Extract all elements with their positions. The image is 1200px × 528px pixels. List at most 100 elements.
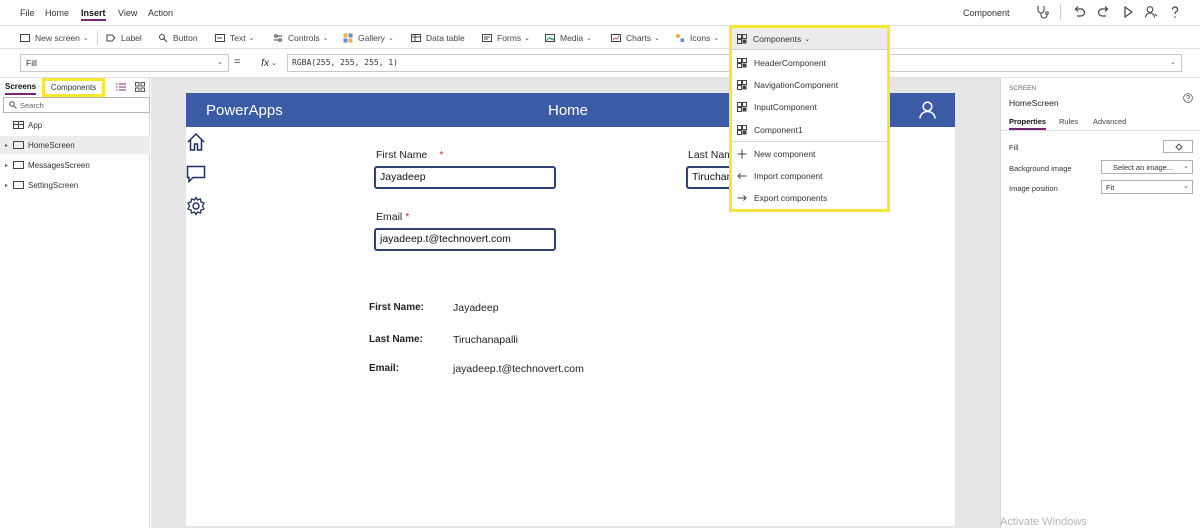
chevron-down-icon: ⌄: [1183, 163, 1189, 170]
label-button[interactable]: Label: [106, 31, 142, 45]
media-icon: [545, 34, 555, 42]
chevron-down-icon: ⌄: [322, 35, 329, 42]
background-image-select[interactable]: Select an image... ⌄: [1101, 160, 1193, 174]
components-dropdown-button[interactable]: Components ⌄: [729, 25, 890, 49]
menu-file[interactable]: File: [20, 8, 35, 18]
plus-icon: [737, 149, 747, 159]
image-position-label: Image position: [1009, 184, 1058, 193]
gallery-dropdown[interactable]: Gallery ⌄: [343, 31, 394, 45]
menu-item-inputcomponent[interactable]: InputComponent: [737, 100, 817, 114]
gallery-icon: [343, 33, 353, 43]
menu-view[interactable]: View: [118, 8, 137, 18]
tree-item-settingscreen[interactable]: ▸ SettingScreen: [0, 176, 150, 194]
summary-first-name-label: First Name:: [369, 302, 425, 313]
last-name-input[interactable]: Tiruchan: [686, 166, 729, 189]
data-table-icon: [411, 34, 421, 42]
grid-view-icon[interactable]: [135, 82, 145, 92]
menu-item-label: Export components: [754, 193, 828, 203]
menu-action[interactable]: Action: [148, 8, 173, 18]
tab-properties[interactable]: Properties: [1009, 117, 1047, 130]
icons-dropdown[interactable]: Icons ⌄: [675, 31, 719, 45]
caret-right-icon[interactable]: ▸: [5, 182, 13, 189]
button-button[interactable]: Button: [158, 31, 198, 45]
stethoscope-icon[interactable]: [1035, 5, 1049, 19]
button-icon: [159, 34, 168, 43]
tree-item-messagesscreen[interactable]: ▸ MessagesScreen: [0, 156, 150, 174]
user-icon[interactable]: [919, 101, 936, 119]
caret-right-icon[interactable]: ▸: [5, 162, 13, 169]
screen-title: Home: [548, 102, 589, 119]
charts-dropdown[interactable]: Charts ⌄: [611, 31, 660, 45]
media-label: Media: [560, 33, 584, 43]
tree-item-label: App: [28, 120, 43, 130]
tab-divider: [1001, 130, 1200, 131]
undo-icon[interactable]: [1072, 5, 1086, 19]
charts-label: Charts: [626, 33, 652, 43]
tab-components[interactable]: Components: [42, 78, 105, 97]
first-name-input[interactable]: Jayadeep: [374, 166, 556, 189]
data-table-button[interactable]: Data table: [411, 31, 465, 45]
component-icon: [737, 80, 747, 90]
controls-dropdown[interactable]: Controls ⌄: [273, 31, 329, 45]
menu-item-import-component[interactable]: Import component: [737, 169, 823, 183]
forms-dropdown[interactable]: Forms ⌄: [482, 31, 530, 45]
list-view-icon[interactable]: [116, 82, 126, 92]
tab-advanced[interactable]: Advanced: [1093, 117, 1126, 126]
settings-icon[interactable]: [186, 196, 206, 216]
controls-label: Controls: [288, 33, 320, 43]
help-icon[interactable]: [1168, 5, 1182, 19]
tab-screens[interactable]: Screens: [5, 82, 37, 95]
required-marker: *: [405, 211, 410, 223]
play-icon[interactable]: [1121, 5, 1135, 19]
tree-item-homescreen[interactable]: ▸ HomeScreen: [0, 136, 150, 154]
menu-item-label: Component1: [754, 125, 803, 135]
menu-insert[interactable]: Insert: [81, 8, 106, 21]
menu-item-new-component[interactable]: New component: [737, 147, 815, 161]
label-icon: [106, 34, 116, 42]
gallery-label: Gallery: [358, 33, 385, 43]
chevron-down-icon: ⌄: [804, 35, 811, 43]
tree-item-app[interactable]: App: [0, 116, 150, 134]
menu-item-label: InputComponent: [754, 102, 817, 112]
chevron-down-icon: ⌄: [82, 35, 89, 42]
caret-right-icon[interactable]: ▸: [5, 142, 13, 149]
home-icon[interactable]: [186, 132, 206, 152]
tab-components-label: Components: [50, 83, 97, 92]
menu-item-component1[interactable]: Component1: [737, 123, 803, 137]
property-select[interactable]: Fill ⌄: [20, 54, 229, 72]
help-icon[interactable]: [1183, 93, 1193, 103]
components-icon: [737, 33, 747, 44]
search-placeholder: Search: [20, 101, 44, 110]
user-icon[interactable]: [1144, 5, 1158, 19]
image-position-value: Fit: [1106, 183, 1115, 192]
components-menu: HeaderComponent NavigationComponent Inpu…: [729, 49, 890, 212]
text-dropdown[interactable]: Text ⌄: [215, 31, 254, 45]
background-image-label: Background image: [1009, 164, 1072, 173]
menu-item-label: NavigationComponent: [754, 80, 839, 90]
media-dropdown[interactable]: Media ⌄: [545, 31, 592, 45]
text-icon: [215, 34, 225, 42]
chat-icon[interactable]: [186, 164, 206, 184]
new-screen-button[interactable]: New screen ⌄: [20, 31, 89, 45]
menu-item-label: Import component: [754, 171, 823, 181]
image-position-select[interactable]: Fit ⌄: [1101, 180, 1193, 194]
search-input[interactable]: Search: [3, 97, 150, 113]
redo-icon[interactable]: [1097, 5, 1111, 19]
app-title: PowerApps: [206, 102, 283, 119]
menu-item-headercomponent[interactable]: HeaderComponent: [737, 56, 826, 70]
forms-icon: [482, 34, 492, 42]
fx-button[interactable]: fx ⌄: [255, 54, 283, 72]
chevron-down-icon: ⌄: [248, 35, 255, 42]
menu-home[interactable]: Home: [45, 8, 69, 18]
fill-color-picker[interactable]: [1163, 140, 1193, 153]
insert-ribbon: New screen ⌄ Label Button Text ⌄ Controls ⌄…: [0, 25, 1200, 49]
tree-view-panel: Screens Components Search App ▸ HomeScre…: [0, 78, 150, 528]
new-screen-label: New screen: [35, 33, 80, 43]
selection-kind: SCREEN: [1009, 85, 1037, 92]
email-input[interactable]: jayadeep.t@technovert.com: [374, 228, 556, 251]
menu-item-export-components[interactable]: Export components: [737, 191, 827, 205]
charts-icon: [611, 34, 621, 42]
menu-item-navigationcomponent[interactable]: NavigationComponent: [737, 78, 838, 92]
component-icon: [737, 102, 747, 112]
tab-rules[interactable]: Rules: [1059, 117, 1078, 126]
